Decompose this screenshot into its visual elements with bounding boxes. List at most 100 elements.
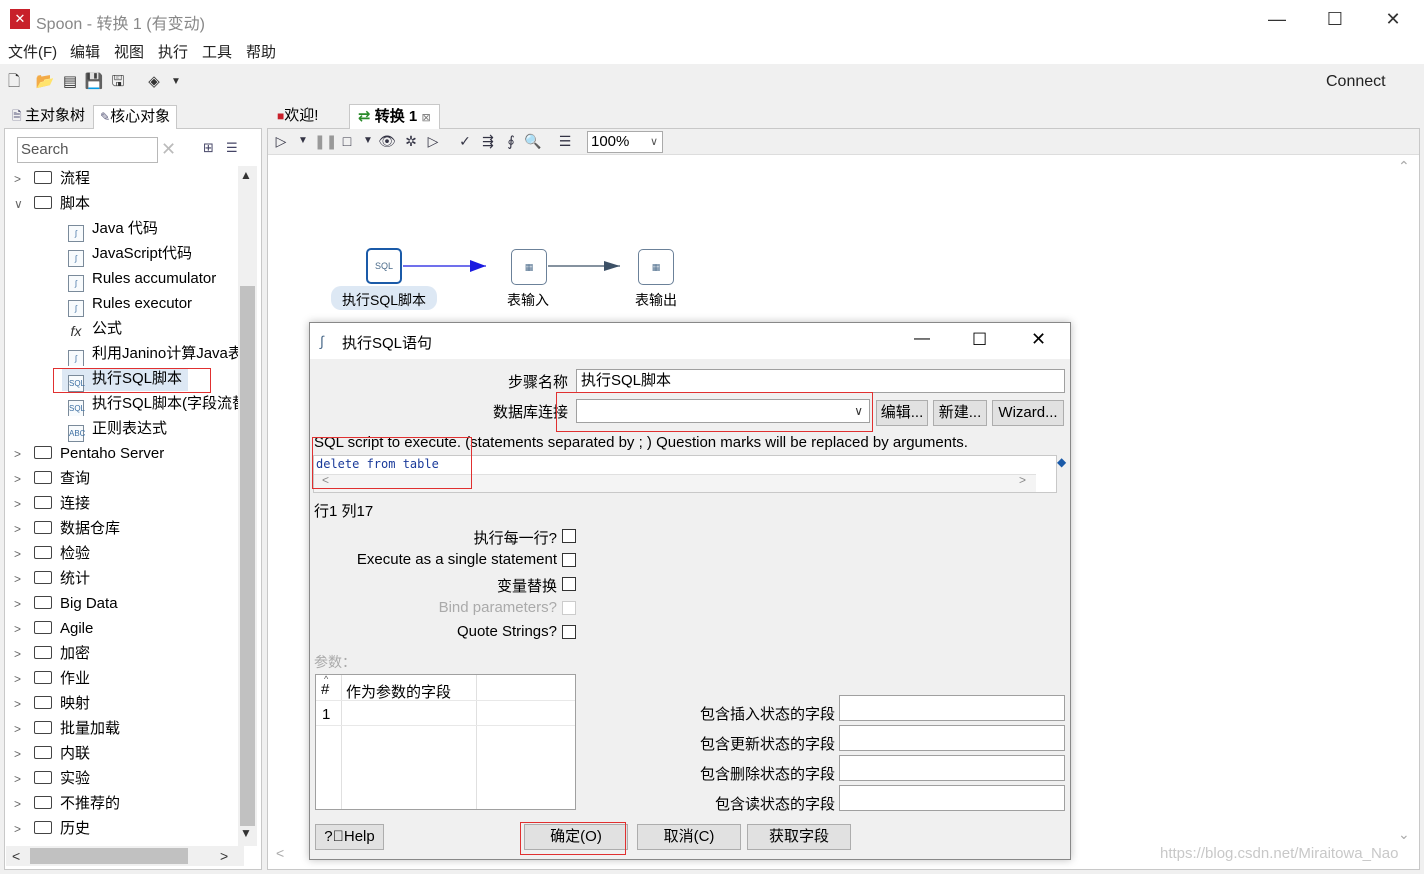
- tree-leaf-formula[interactable]: fx 公式: [68, 316, 122, 341]
- edit-conn-button[interactable]: 编辑...: [876, 400, 928, 426]
- checkbox[interactable]: [562, 625, 576, 639]
- stop-dropdown-icon[interactable]: ▼: [359, 132, 377, 150]
- tree-item-folder[interactable]: > 查询: [14, 466, 90, 491]
- menu-help[interactable]: 帮助: [246, 41, 276, 62]
- menu-tools[interactable]: 工具: [202, 41, 232, 62]
- canvas-scroll-left-icon[interactable]: <: [276, 845, 284, 861]
- dialog-minimize-button[interactable]: —: [914, 330, 930, 348]
- tree-item-folder[interactable]: > 内联: [14, 741, 90, 766]
- clear-search-icon[interactable]: ✕: [161, 139, 176, 160]
- minimize-button[interactable]: —: [1262, 8, 1292, 30]
- tree-item-folder[interactable]: > 统计: [14, 566, 90, 591]
- menu-edit[interactable]: 编辑: [70, 41, 100, 62]
- scroll-down-icon[interactable]: ▼: [240, 826, 252, 840]
- status-field-input[interactable]: [839, 785, 1065, 811]
- tab-core-objects[interactable]: ✎核心对象: [93, 105, 178, 129]
- variable-icon[interactable]: ◆: [1057, 455, 1066, 469]
- menu-view[interactable]: 视图: [114, 41, 144, 62]
- tree-item-folder[interactable]: > 实验: [14, 766, 90, 791]
- tree-item-folder[interactable]: > 数据仓库: [14, 516, 120, 541]
- wizard-button[interactable]: Wizard...: [992, 400, 1064, 426]
- scroll-right-icon[interactable]: >: [220, 848, 228, 864]
- layers-icon[interactable]: ◈: [144, 72, 164, 92]
- checkbox[interactable]: [562, 553, 576, 567]
- left-scroll-thumb[interactable]: [240, 286, 255, 826]
- tab-welcome[interactable]: ■欢迎!: [269, 104, 326, 129]
- cancel-button[interactable]: 取消(C): [637, 824, 741, 850]
- tree-leaf-rules-executor[interactable]: ∫ Rules executor: [68, 291, 192, 317]
- scroll-up-icon[interactable]: ▲: [240, 168, 252, 182]
- tree-item-folder[interactable]: > 检验: [14, 541, 90, 566]
- explore-repo-icon[interactable]: ▤: [60, 72, 80, 92]
- canvas-scroll-down-icon[interactable]: ⌄: [1398, 826, 1410, 843]
- new-conn-button[interactable]: 新建...: [933, 400, 987, 426]
- tree-leaf-regex[interactable]: ABC 正则表达式: [68, 416, 167, 442]
- window-title: Spoon - 转换 1 (有变动): [36, 16, 205, 33]
- step-exec-sql-icon[interactable]: SQL: [366, 248, 402, 284]
- step-name-input[interactable]: 执行SQL脚本: [576, 369, 1065, 393]
- tree-item-folder[interactable]: > 映射: [14, 691, 90, 716]
- tree-item-folder[interactable]: > Agile: [14, 616, 93, 641]
- tree-item-flow[interactable]: > 流程: [14, 166, 90, 191]
- tree-item-folder[interactable]: > Big Data: [14, 591, 118, 616]
- expand-all-icon[interactable]: ⊞: [203, 140, 214, 156]
- checkbox[interactable]: [562, 529, 576, 543]
- collapse-all-icon[interactable]: ☰: [226, 140, 238, 156]
- scroll-right-icon[interactable]: >: [1019, 473, 1026, 487]
- scroll-left-icon[interactable]: <: [12, 848, 20, 864]
- tree-leaf-javascript[interactable]: ∫ JavaScript代码: [68, 241, 192, 267]
- tree-item-folder[interactable]: > 批量加载: [14, 716, 120, 741]
- canvas-scroll-up-icon[interactable]: ⌃: [1398, 158, 1410, 175]
- red-annotation-box: [312, 437, 472, 489]
- replay-icon[interactable]: ▷: [424, 132, 442, 150]
- tree-item-folder[interactable]: > 作业: [14, 666, 90, 691]
- verify-icon[interactable]: ✓: [456, 132, 474, 150]
- open-folder-icon[interactable]: 📂: [35, 72, 55, 92]
- menu-file[interactable]: 文件(F): [8, 41, 57, 62]
- tree-leaf-rules-accumulator[interactable]: ∫ Rules accumulator: [68, 266, 216, 292]
- explore-db-icon[interactable]: 🔍: [524, 132, 542, 150]
- sql-icon[interactable]: ∮: [502, 132, 520, 150]
- step-table-output-icon[interactable]: ▦: [638, 249, 674, 285]
- tree-leaf-java-code[interactable]: ∫ Java 代码: [68, 216, 158, 242]
- dropdown-arrow-icon[interactable]: ▼: [166, 72, 186, 92]
- tab-main-tree[interactable]: 🗎 主对象树: [6, 105, 91, 129]
- tree-item-folder[interactable]: > 连接: [14, 491, 90, 516]
- zoom-select[interactable]: 100% ∨: [587, 131, 663, 153]
- connect-button[interactable]: Connect: [1326, 73, 1386, 91]
- tab-close-icon[interactable]: ⊠: [421, 112, 430, 124]
- tree-leaf-exec-sql-row[interactable]: SQL 执行SQL脚本(字段流替: [68, 391, 238, 416]
- tree-item-folder[interactable]: > 历史: [14, 816, 90, 841]
- save-as-icon[interactable]: 🖫: [108, 72, 128, 92]
- tree-leaf-janino[interactable]: ∫ 利用Janino计算Java表: [68, 341, 238, 366]
- new-file-icon[interactable]: 🗋: [4, 72, 24, 92]
- tree-item-folder[interactable]: > 不推荐的: [14, 791, 120, 816]
- pause-icon[interactable]: ❚❚: [314, 132, 337, 150]
- run-dropdown-icon[interactable]: ▼: [294, 132, 312, 150]
- search-input[interactable]: Search: [17, 137, 158, 163]
- tree-item-folder[interactable]: > 加密: [14, 641, 90, 666]
- status-field-input[interactable]: [839, 695, 1065, 721]
- tree-item-folder[interactable]: > Pentaho Server: [14, 441, 164, 466]
- preview-icon[interactable]: 👁: [378, 132, 396, 150]
- stop-icon[interactable]: □: [338, 132, 356, 150]
- tab-transform-1[interactable]: ⇄ 转换 1 ⊠: [349, 104, 440, 129]
- impact-icon[interactable]: ⇶: [479, 132, 497, 150]
- close-button[interactable]: ✕: [1378, 8, 1408, 30]
- help-button[interactable]: ?⃝Help: [315, 824, 384, 850]
- debug-icon[interactable]: ✲: [402, 132, 420, 150]
- get-fields-button[interactable]: 获取字段: [747, 824, 851, 850]
- left-hscroll-thumb[interactable]: [30, 848, 188, 864]
- checkbox[interactable]: [562, 577, 576, 591]
- results-icon[interactable]: ☰: [556, 132, 574, 150]
- menu-run[interactable]: 执行: [158, 41, 188, 62]
- sort-icon[interactable]: ^: [324, 674, 328, 684]
- dialog-maximize-button[interactable]: ☐: [972, 330, 987, 350]
- status-field-input[interactable]: [839, 755, 1065, 781]
- run-icon[interactable]: ▷: [272, 132, 290, 150]
- dialog-close-button[interactable]: ✕: [1031, 329, 1046, 350]
- maximize-button[interactable]: ☐: [1320, 8, 1350, 30]
- status-field-input[interactable]: [839, 725, 1065, 751]
- save-icon[interactable]: 💾: [84, 72, 104, 92]
- tree-item-script[interactable]: ∨ 脚本: [14, 191, 90, 216]
